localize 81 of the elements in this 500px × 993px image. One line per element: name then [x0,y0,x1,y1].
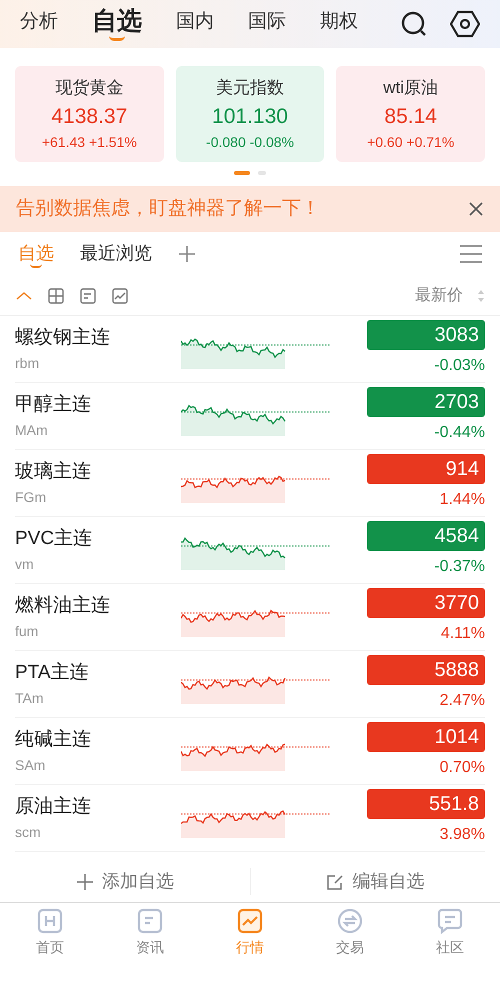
price-badge: 5888 [367,655,485,685]
change-percent: 0.70% [440,758,485,778]
news-icon [136,907,164,935]
contract-code: TAm [15,688,45,708]
chart-icon [236,907,264,935]
quote-row[interactable]: PTA主连 TAm 5888 2.47% [15,651,485,718]
banner-text: 告别数据焦虑，盯盘神器了解一下！ [16,196,320,221]
price-badge: 3770 [367,588,485,618]
chart-icon[interactable] [111,286,129,304]
price-badge: 2703 [367,387,485,417]
nav-tab[interactable]: 资讯 [100,907,200,959]
nav-tab[interactable]: 交易 [300,907,400,959]
index-price: 4138.37 [51,104,128,130]
contract-code: scm [15,822,42,842]
add-watchlist-button[interactable]: 添加自选 [0,868,250,895]
change-percent: -0.37% [434,557,485,577]
nav-tab[interactable]: 首页 [0,907,100,959]
sort-label[interactable]: 最新价 [415,284,463,308]
contract-name: 甲醇主连 [15,393,92,418]
contract-code: SAm [15,756,46,775]
contract-name: PVC主连 [15,527,94,552]
home-icon [36,907,64,935]
change-percent: 3.98% [440,825,485,845]
quote-row[interactable]: 燃料油主连 fum 3770 4.11% [15,584,485,651]
change-percent: 1.44% [440,490,485,510]
contract-name: 玻璃主连 [15,460,92,484]
change-percent: -0.03% [434,356,485,376]
index-change: +0.60 +0.71% [367,133,454,152]
index-name: 美元指数 [216,77,284,99]
nav-tab[interactable]: 社区 [400,907,500,959]
index-change: -0.080 -0.08% [206,133,294,152]
index-card[interactable]: wti原油 85.14 +0.60 +0.71% [336,66,486,162]
index-change: +61.43 +1.51% [42,133,137,152]
top-tab[interactable]: 期权 [320,10,358,38]
grid-icon[interactable] [47,286,65,304]
search-icon[interactable] [400,10,428,38]
close-icon[interactable] [468,201,484,217]
contract-name: PTA主连 [15,661,90,686]
contract-name: 燃料油主连 [15,594,111,618]
contract-name: 螺纹钢主连 [15,326,111,350]
top-tab[interactable]: 分析 [20,10,58,38]
change-percent: 2.47% [440,691,485,711]
exchange-icon [336,907,364,935]
quote-row[interactable]: 螺纹钢主连 rbm 3083 -0.03% [15,316,485,383]
index-name: wti原油 [383,77,438,99]
price-badge: 1014 [367,722,485,752]
index-name: 现货黄金 [55,77,124,99]
contract-name: 纯碱主连 [15,728,92,752]
index-price: 101.130 [212,104,288,130]
note-icon[interactable] [79,286,97,304]
add-icon[interactable] [178,245,196,263]
top-tab[interactable]: 自选 [92,7,142,41]
quote-row[interactable]: 纯碱主连 SAm 1014 0.70% [15,718,485,785]
settings-icon[interactable] [450,10,480,38]
top-tab[interactable]: 国际 [248,10,286,38]
price-badge: 551.8 [367,789,485,819]
contract-code: FGm [15,488,48,507]
plus-icon [76,872,94,890]
quote-row[interactable]: 甲醇主连 MAm 2703 -0.44% [15,383,485,450]
list-tab[interactable]: 最近浏览 [80,240,152,268]
quote-row[interactable]: 原油主连 scm 551.8 3.98% [15,785,485,852]
menu-icon[interactable] [460,244,482,264]
edit-icon [326,872,344,890]
contract-code: rbm [15,354,40,373]
contract-name: 原油主连 [15,795,92,820]
price-badge: 3083 [367,320,485,350]
quote-row[interactable]: PVC主连 vm 4584 -0.37% [15,517,485,584]
index-card[interactable]: 现货黄金 4138.37 +61.43 +1.51% [15,66,164,162]
price-badge: 4584 [367,521,485,551]
change-percent: 4.11% [440,624,485,644]
index-price: 85.14 [384,104,437,130]
edit-watchlist-button[interactable]: 编辑自选 [250,868,500,895]
chat-icon [436,907,464,935]
change-percent: -0.44% [434,423,485,443]
index-card[interactable]: 美元指数 101.130 -0.080 -0.08% [176,66,324,162]
top-tab[interactable]: 国内 [176,10,214,38]
contract-code: MAm [15,420,49,440]
contract-code: vm [15,554,35,574]
quote-row[interactable]: 玻璃主连 FGm 914 1.44% [15,450,485,517]
price-badge: 914 [367,454,485,484]
contract-code: fum [15,622,40,641]
